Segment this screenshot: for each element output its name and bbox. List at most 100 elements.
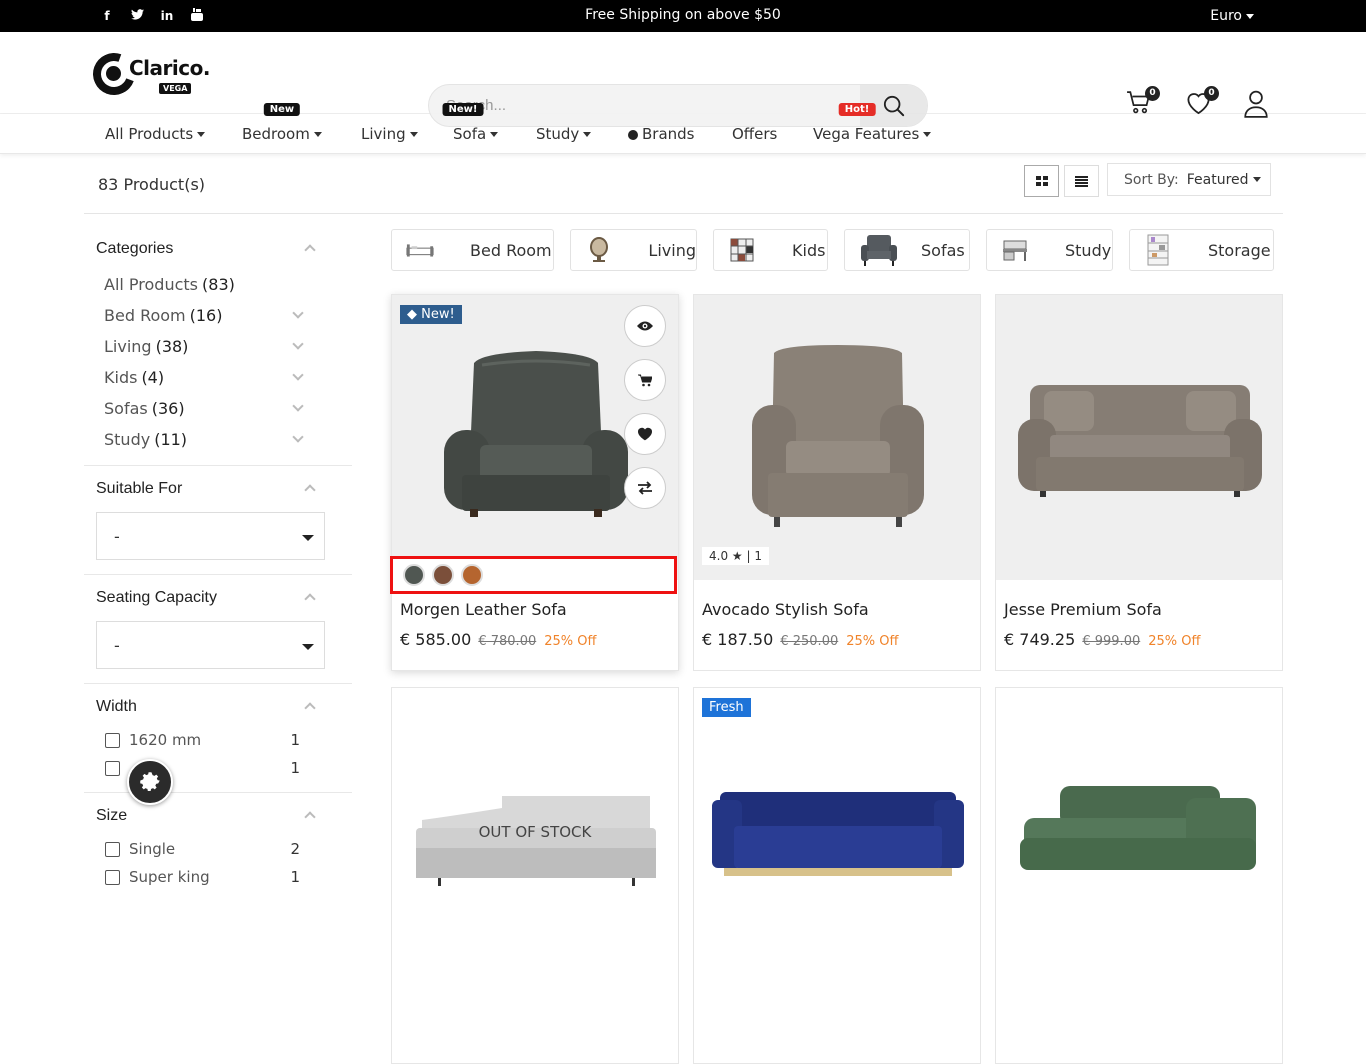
chip-kids[interactable]: Kids (713, 229, 828, 271)
seating-capacity-select[interactable]: - (96, 621, 325, 669)
bookcase-icon (1144, 234, 1172, 266)
product-name[interactable]: Morgen Leather Sofa (400, 600, 567, 619)
add-to-cart-button[interactable] (624, 359, 666, 401)
cart-icon (638, 374, 652, 386)
product-name[interactable]: Avocado Stylish Sofa (702, 600, 869, 619)
logo-sub: VEGA (159, 83, 192, 94)
currency-label: Euro (1210, 8, 1242, 24)
list-view-button[interactable] (1064, 165, 1099, 197)
nav-study[interactable]: Study (536, 125, 592, 143)
checkbox[interactable] (105, 733, 120, 748)
nav-sofa[interactable]: New! Sofa (442, 103, 499, 143)
compare-button[interactable] (624, 467, 666, 509)
price-old: € 780.00 (478, 634, 537, 649)
caret-down-icon (1246, 13, 1254, 19)
product-card[interactable]: Jesse Premium Sofa € 749.25 € 999.00 25% … (995, 294, 1283, 671)
option-count: 2 (290, 840, 300, 858)
product-image[interactable] (996, 295, 1282, 580)
ribbon-label: New! (421, 307, 455, 322)
cart-count: 0 (1145, 86, 1160, 101)
nav-label: All Products (105, 125, 194, 143)
chevron-down-icon[interactable] (292, 369, 304, 381)
ribbon-badge: Fresh (702, 698, 751, 717)
product-price: € 749.25 € 999.00 25% Off (1004, 630, 1200, 649)
quick-view-button[interactable] (624, 305, 666, 347)
category-kids[interactable]: Kids (4) (96, 362, 340, 393)
product-card[interactable]: OUT OF STOCK (391, 687, 679, 1064)
product-card[interactable]: Fresh (693, 687, 981, 1064)
wishlist-count: 0 (1204, 86, 1219, 101)
desk-icon (1001, 236, 1029, 264)
filter-sidebar: Categories All Products (83) Bed Room (16)… (84, 226, 352, 905)
add-to-wishlist-button[interactable] (624, 413, 666, 455)
product-image[interactable] (996, 688, 1282, 973)
checkbox[interactable] (105, 870, 120, 885)
suitable-for-select[interactable]: - (96, 512, 325, 560)
nav-offers[interactable]: Offers (732, 125, 777, 143)
compare-arrows-icon (638, 481, 652, 495)
product-card[interactable] (995, 687, 1283, 1064)
site-header: Clarico. VEGA 0 0 (0, 32, 1366, 127)
swatch-color[interactable] (432, 564, 454, 586)
list-icon (1075, 175, 1088, 187)
chevron-down-icon[interactable] (292, 338, 304, 350)
chip-study[interactable]: Study (986, 229, 1113, 271)
category-bed-room[interactable]: Bed Room (16) (96, 300, 340, 331)
product-card[interactable]: 4.0 ★ | 1 Avocado Stylish Sofa € 187.50 … (693, 294, 981, 671)
category-count: (16) (189, 306, 223, 325)
nav-tag-new: New (263, 103, 301, 116)
sort-dropdown[interactable]: Sort By: Featured (1107, 163, 1271, 196)
checkbox[interactable] (105, 842, 120, 857)
product-name[interactable]: Jesse Premium Sofa (1004, 600, 1162, 619)
product-image[interactable] (694, 295, 980, 580)
chip-living[interactable]: Living (570, 229, 697, 271)
nav-tag-hot: Hot! (838, 103, 876, 116)
category-sofas[interactable]: Sofas (36) (96, 393, 340, 424)
nav-label: Bedroom (242, 125, 310, 143)
swatch-color[interactable] (403, 564, 425, 586)
swatch-color[interactable] (461, 564, 483, 586)
product-card[interactable]: ◆ New! Morgen Leather Sofa € 585.00 € 78… (390, 294, 679, 671)
select-value: - (114, 636, 120, 655)
price-current: € 749.25 (1004, 630, 1076, 649)
chip-label: Storage (1208, 240, 1271, 260)
settings-gear-button[interactable] (127, 759, 173, 805)
chip-bed-room[interactable]: Bed Room (391, 229, 554, 271)
category-study[interactable]: Study (11) (96, 424, 340, 455)
currency-selector[interactable]: Euro (1210, 8, 1254, 24)
product-image[interactable] (694, 688, 980, 973)
checkbox[interactable] (105, 761, 120, 776)
category-all-products[interactable]: All Products (83) (96, 269, 340, 300)
size-option[interactable]: Single 2 (96, 835, 340, 863)
chevron-down-icon[interactable] (292, 307, 304, 319)
logo[interactable]: Clarico. VEGA (86, 46, 210, 102)
nav-bedroom[interactable]: New Bedroom (242, 103, 322, 143)
nav-living[interactable]: Living (361, 125, 418, 143)
category-count: (36) (151, 399, 185, 418)
category-name: All Products (104, 275, 199, 294)
chip-label: Kids (792, 240, 826, 260)
caret-down-icon (197, 132, 206, 137)
chevron-down-icon[interactable] (292, 431, 304, 443)
nav-brands[interactable]: Brands (628, 125, 695, 143)
out-of-stock-label: OUT OF STOCK (478, 823, 592, 841)
nav-all-products[interactable]: All Products (105, 125, 206, 143)
category-name: Sofas (104, 399, 148, 418)
chevron-down-icon[interactable] (292, 400, 304, 412)
nav-vega-features[interactable]: Hot! Vega Features (813, 103, 932, 143)
categories-section: Categories All Products (83) Bed Room (16)… (84, 226, 352, 466)
product-count: 83 Product(s) (98, 175, 206, 194)
price-old: € 250.00 (780, 634, 839, 649)
category-living[interactable]: Living (38) (96, 331, 340, 362)
width-option[interactable]: 1620 mm 1 (96, 726, 340, 754)
product-price: € 585.00 € 780.00 25% Off (400, 630, 596, 649)
caret-down-icon (313, 132, 322, 137)
size-section: Size Single 2 Super king 1 (84, 793, 352, 905)
option-label: Super king (129, 868, 210, 886)
chip-storage[interactable]: Storage (1129, 229, 1274, 271)
category-count: (11) (154, 430, 188, 449)
grid-view-button[interactable] (1024, 165, 1059, 197)
chip-sofas[interactable]: Sofas (844, 229, 970, 271)
size-option[interactable]: Super king 1 (96, 863, 340, 891)
promo-text: Free Shipping on above $50 (585, 7, 781, 23)
